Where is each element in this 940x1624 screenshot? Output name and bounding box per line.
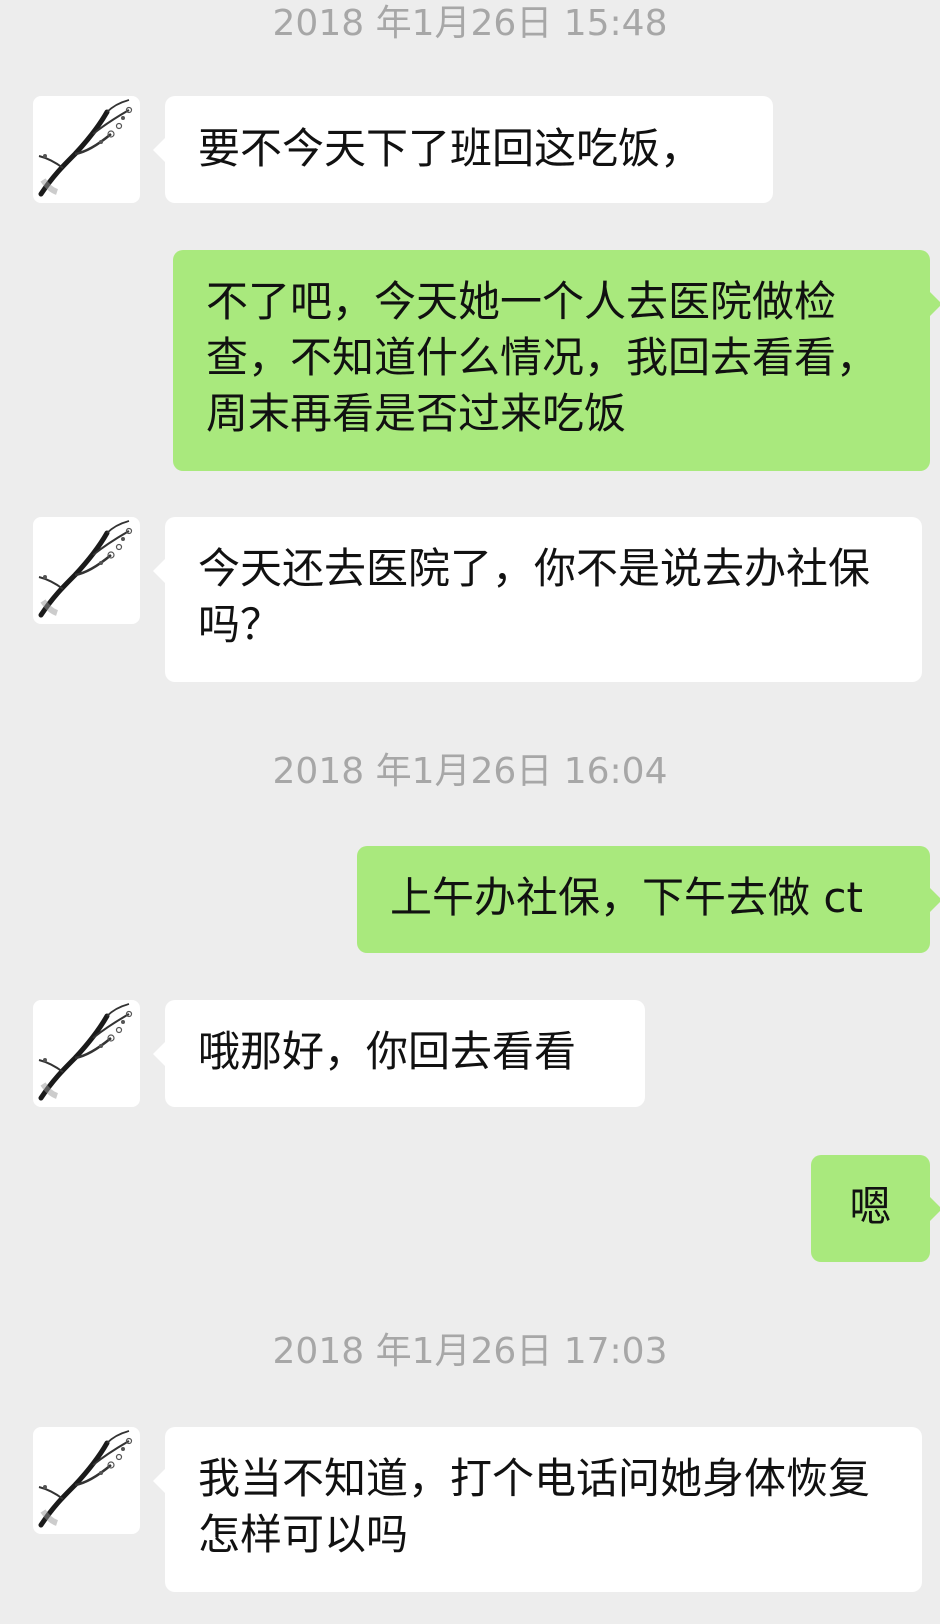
- chat-timestamp: 2018 年1月26日 15:48: [272, 3, 668, 44]
- contact-avatar[interactable]: [33, 1000, 140, 1107]
- outgoing-message-bubble[interactable]: 嗯: [811, 1155, 940, 1262]
- plum-blossom-branch-icon: [38, 520, 133, 618]
- plum-blossom-branch-icon: [38, 99, 133, 197]
- contact-avatar[interactable]: [33, 96, 140, 203]
- outgoing-message-bubble[interactable]: 上午办社保，下午去做 ct: [357, 846, 940, 953]
- contact-avatar[interactable]: [33, 517, 140, 624]
- contact-avatar[interactable]: [33, 1427, 140, 1534]
- incoming-message-bubble[interactable]: 要不今天下了班回这吃饭，: [153, 96, 773, 203]
- incoming-message-bubble[interactable]: 我当不知道，打个电话问她身体恢复怎样可以吗: [153, 1427, 922, 1592]
- outgoing-message-bubble[interactable]: 不了吧，今天她一个人去医院做检查，不知道什么情况，我回去看看，周末再看是否过来吃…: [173, 250, 940, 471]
- chat-timestamp: 2018 年1月26日 17:03: [272, 1331, 668, 1372]
- chat-timestamp: 2018 年1月26日 16:04: [272, 751, 668, 792]
- incoming-message-bubble[interactable]: 今天还去医院了，你不是说去办社保吗？: [153, 517, 922, 682]
- plum-blossom-branch-icon: [38, 1430, 133, 1528]
- plum-blossom-branch-icon: [38, 1003, 133, 1101]
- incoming-message-bubble[interactable]: 哦那好，你回去看看: [153, 1000, 645, 1107]
